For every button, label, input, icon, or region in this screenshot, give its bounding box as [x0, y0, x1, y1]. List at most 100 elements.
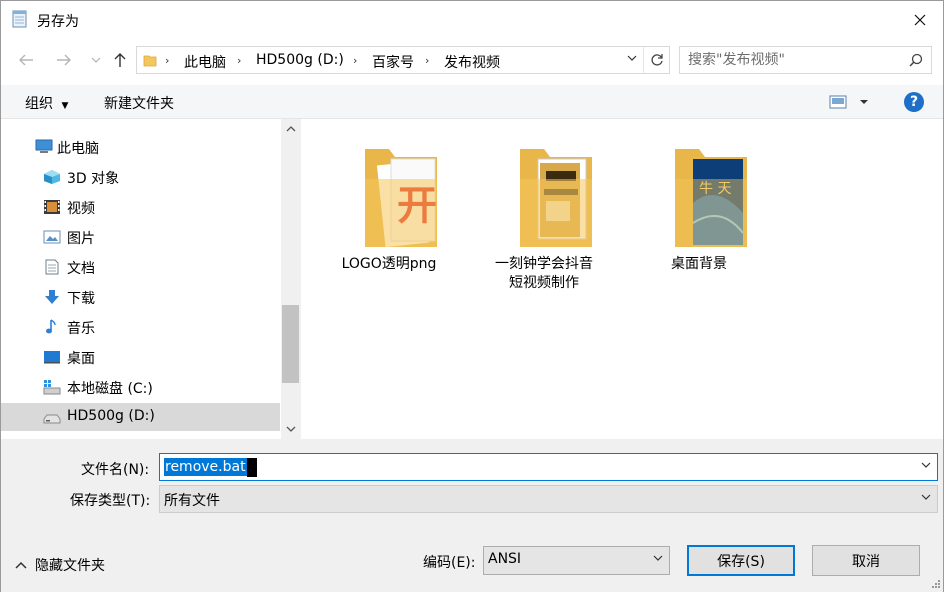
search-icon[interactable] [909, 53, 923, 67]
forward-button[interactable] [53, 49, 75, 71]
title-bar: 另存为 [1, 1, 943, 39]
chevron-down-icon [921, 494, 931, 500]
sidebar-item-label: 桌面 [67, 351, 95, 367]
organize-label: 组织 [25, 96, 53, 112]
sidebar-item-hd500g-d[interactable]: HD500g (D:) [1, 403, 280, 431]
search-box[interactable] [679, 46, 932, 74]
sidebar-item-label: 本地磁盘 (C:) [67, 381, 153, 397]
sidebar-item-label: 视频 [67, 201, 95, 217]
sidebar-item-label: 下载 [67, 291, 95, 307]
sidebar-item-label: HD500g (D:) [67, 408, 155, 424]
arrow-right-icon [57, 54, 71, 66]
computer-icon [35, 139, 53, 153]
close-icon [914, 14, 926, 26]
encoding-select[interactable]: ANSI [483, 546, 670, 575]
filename-value[interactable]: remove.bat [164, 458, 247, 476]
music-icon [46, 319, 56, 334]
new-folder-button[interactable]: 新建文件夹 [104, 93, 174, 113]
video-icon [44, 200, 60, 214]
chevron-down-icon [653, 555, 663, 561]
chevron-down-icon [91, 57, 101, 63]
sidebar-item-local-disk-c[interactable]: 本地磁盘 (C:) [1, 373, 280, 401]
folder-item[interactable]: 一刻钟学会抖音 短视频制作 [474, 139, 614, 299]
arrow-left-icon [19, 54, 33, 66]
navigation-pane: 此电脑 3D 对象 视频 图片 文档 下载 音乐 桌面 本地磁盘 (C:) HD… [1, 119, 300, 439]
sidebar-item-label: 此电脑 [57, 141, 99, 157]
book-folder-thumbnail [520, 149, 592, 247]
sidebar-item-label: 音乐 [67, 321, 95, 337]
address-bar[interactable]: › 此电脑 › HD500g (D:) › 百家号 › 发布视频 [136, 46, 670, 74]
organize-menu-button[interactable]: 组织 ▼ [25, 93, 68, 113]
sidebar-item-label: 3D 对象 [67, 171, 120, 187]
chevron-right-icon: › [237, 54, 242, 67]
desktop-icon [44, 351, 60, 364]
sidebar-item-downloads[interactable]: 下载 [1, 283, 280, 311]
save-as-dialog: 另存为 › 此电脑 › HD500g (D:) › 百家号 › 发布视频 搜索"… [0, 0, 944, 592]
sidebar-item-desktop[interactable]: 桌面 [1, 343, 280, 371]
sidebar-item-music[interactable]: 音乐 [1, 313, 280, 341]
chevron-up-icon [15, 561, 27, 569]
scroll-up-button[interactable] [281, 119, 300, 139]
chevron-down-icon[interactable] [921, 462, 931, 468]
sidebar-item-this-pc[interactable]: 此电脑 [1, 133, 280, 161]
windows-drive-icon [43, 380, 61, 395]
close-button[interactable] [897, 1, 943, 39]
filetype-label: 保存类型(T): [70, 493, 151, 509]
scroll-down-button[interactable] [281, 419, 300, 439]
folder-icon [143, 55, 157, 67]
resize-grip-icon[interactable] [931, 579, 941, 589]
view-options-button[interactable] [829, 94, 869, 114]
hide-folders-toggle[interactable]: 隐藏文件夹 [15, 555, 105, 575]
refresh-button[interactable] [643, 47, 669, 73]
help-button[interactable]: ? [904, 92, 924, 112]
filename-label: 文件名(N): [81, 462, 150, 478]
save-button[interactable]: 保存(S) [687, 545, 795, 576]
filetype-value: 所有文件 [164, 493, 220, 509]
chevron-down-icon [286, 426, 295, 432]
sidebar-item-videos[interactable]: 视频 [1, 193, 280, 221]
filename-field[interactable]: remove.bat [159, 453, 938, 481]
folder-name: LOGO透明png [341, 256, 437, 272]
cancel-button[interactable]: 取消 [812, 545, 920, 576]
arrow-up-icon [114, 53, 126, 67]
breadcrumb-this-pc[interactable]: 此电脑 [184, 52, 226, 72]
sidebar-item-pictures[interactable]: 图片 [1, 223, 280, 251]
folder-name: 一刻钟学会抖音 短视频制作 [495, 256, 593, 291]
filetype-select[interactable]: 所有文件 [159, 485, 938, 513]
scroll-thumb[interactable] [282, 305, 299, 383]
navigation-pane-scrollbar[interactable] [281, 119, 300, 439]
sidebar-item-3d-objects[interactable]: 3D 对象 [1, 163, 280, 191]
wallpaper-folder-thumbnail: 牛 天 [675, 149, 747, 247]
folder-item[interactable]: 牛 天 桌面背景 [629, 139, 769, 299]
breadcrumb-baijiahao[interactable]: 百家号 [372, 52, 414, 72]
breadcrumb-drive-d[interactable]: HD500g (D:) [256, 52, 344, 68]
refresh-icon [650, 54, 663, 66]
text-cursor [247, 458, 257, 477]
hide-folders-label: 隐藏文件夹 [35, 558, 105, 574]
chevron-right-icon: › [353, 54, 358, 67]
back-button[interactable] [15, 49, 37, 71]
sidebar-item-label: 图片 [67, 231, 95, 247]
notepad-icon [12, 10, 27, 28]
sidebar-item-documents[interactable]: 文档 [1, 253, 280, 281]
document-icon [45, 259, 59, 275]
search-input[interactable] [688, 50, 898, 70]
up-button[interactable] [109, 49, 131, 71]
folder-item[interactable]: 开 LOGO透明png [319, 139, 459, 299]
chevron-down-icon[interactable] [627, 55, 637, 61]
command-toolbar: 组织 ▼ 新建文件夹 ? [1, 85, 943, 119]
3d-objects-icon [44, 170, 60, 184]
window-title: 另存为 [37, 14, 79, 30]
pictures-icon [43, 230, 61, 244]
chevron-right-icon: › [425, 54, 430, 67]
chevron-right-icon: › [165, 54, 170, 67]
folder-name: 桌面背景 [671, 256, 727, 272]
chevron-up-icon [286, 126, 295, 132]
view-icon [829, 95, 868, 109]
breadcrumb-publish-video[interactable]: 发布视频 [444, 52, 500, 72]
sidebar-item-label: 文档 [67, 261, 95, 277]
caret-down-icon: ▼ [61, 101, 69, 111]
drive-icon [43, 414, 61, 424]
file-list: 开 LOGO透明png 一刻钟学会抖音 短视频制作 [301, 119, 943, 439]
recent-locations-button[interactable] [85, 49, 107, 71]
